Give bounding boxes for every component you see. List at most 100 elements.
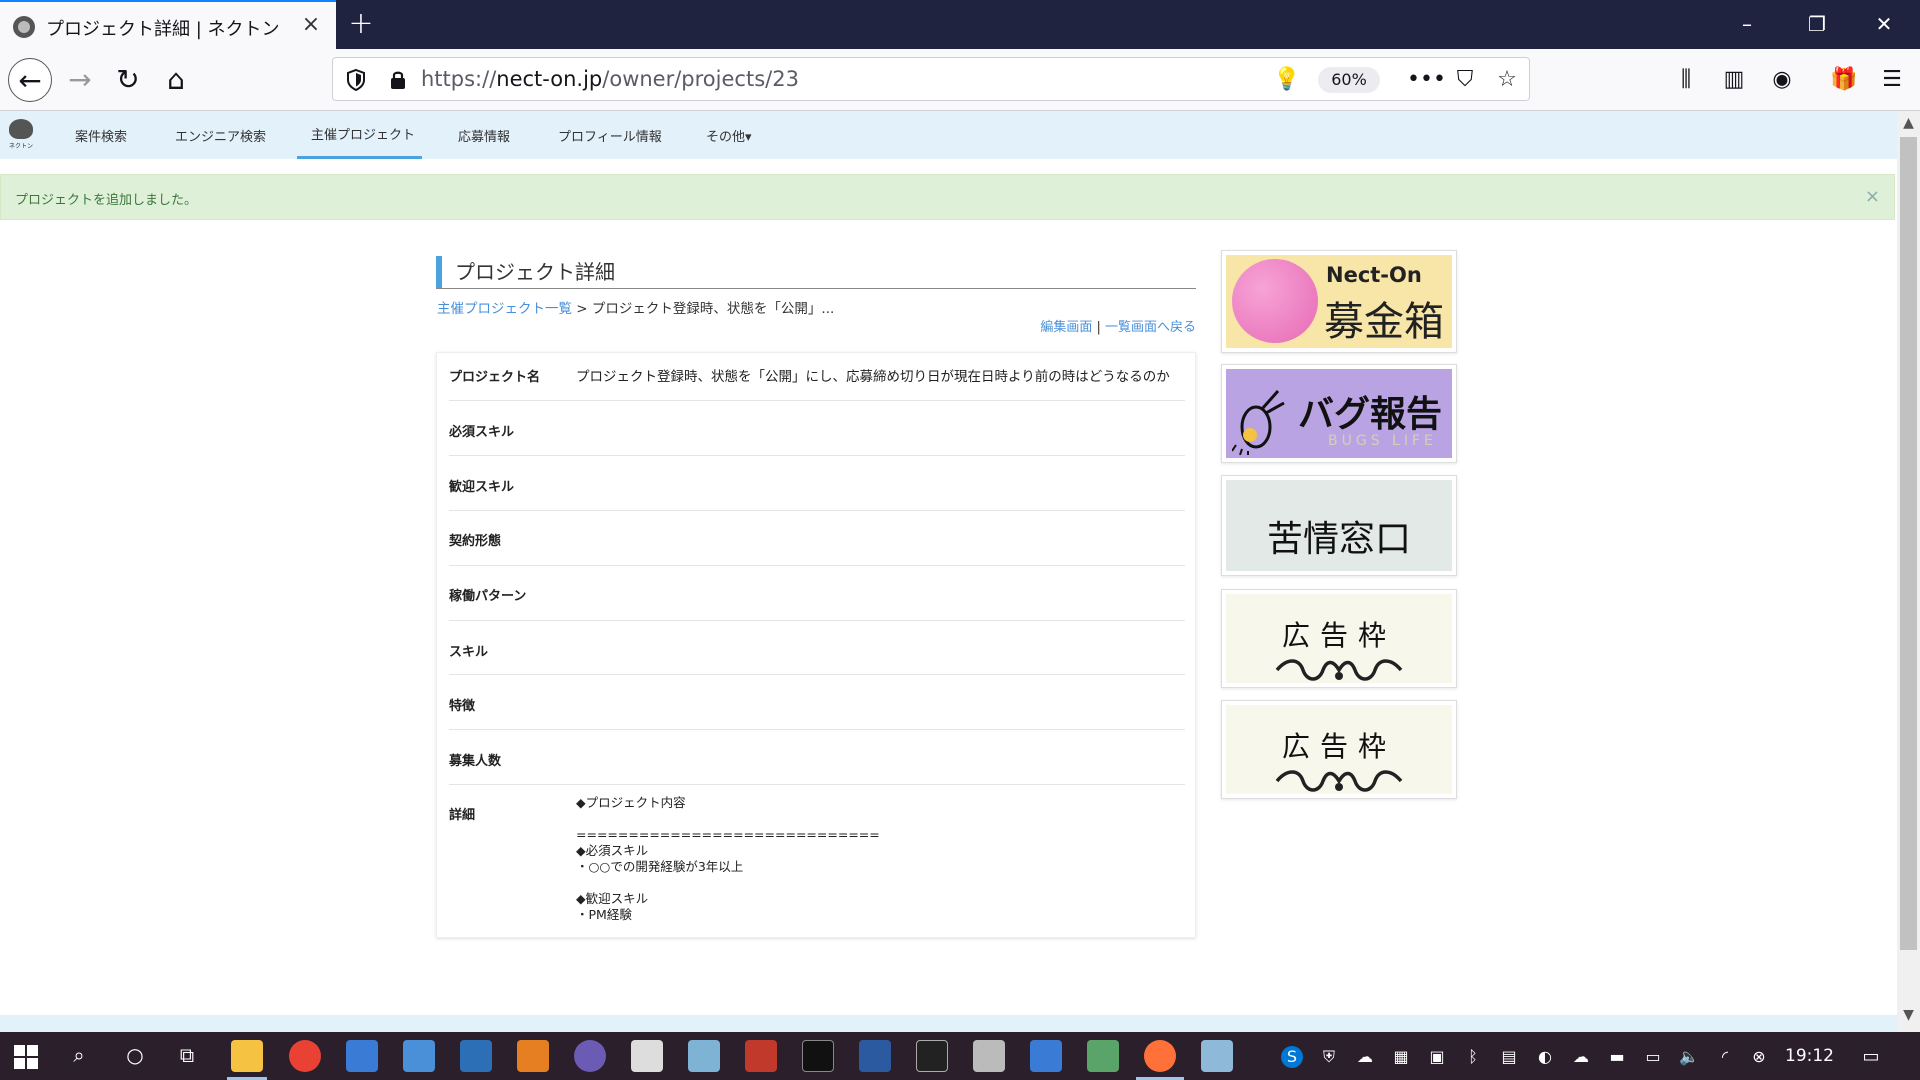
app-icon-10[interactable] xyxy=(1087,1040,1119,1072)
browser-tab-bar: プロジェクト詳細 | ネクトン × + – ❐ ✕ xyxy=(0,0,1920,49)
donation-brand: Nect-On xyxy=(1326,263,1422,287)
tray-app-icon[interactable]: ▦ xyxy=(1390,1046,1412,1068)
nav-item-engineer-search[interactable]: エンジニア検索 xyxy=(175,126,266,145)
app-icon-2[interactable] xyxy=(460,1040,492,1072)
tray-app-icon-3[interactable]: ▤ xyxy=(1498,1046,1520,1068)
alert-close-icon[interactable]: × xyxy=(1865,186,1880,207)
status-x-icon[interactable]: ⊗ xyxy=(1748,1046,1770,1068)
search-icon[interactable]: ⌕ xyxy=(68,1044,90,1066)
app-icon-4[interactable] xyxy=(631,1040,663,1072)
nav-item-profile[interactable]: プロフィール情報 xyxy=(558,126,662,145)
detail-label: 詳細 xyxy=(449,808,476,823)
bookmark-star-icon[interactable]: ☆ xyxy=(1491,64,1523,96)
address-bar[interactable]: https://nect-on.jp/owner/projects/23 💡 6… xyxy=(332,57,1530,101)
donation-box-banner[interactable]: Nect-On 募金箱 xyxy=(1221,250,1457,353)
ad-banner-body: 広告枠 xyxy=(1226,594,1452,683)
onedrive-cloud-icon[interactable]: ☁ xyxy=(1354,1046,1376,1068)
page-scrollbar[interactable]: ▲ ▼ xyxy=(1897,111,1920,1032)
store-icon[interactable] xyxy=(346,1040,378,1072)
forward-arrow-icon[interactable]: → xyxy=(58,58,102,102)
donation-label: 募金箱 xyxy=(1324,299,1444,345)
edit-link[interactable]: 編集画面 xyxy=(1040,320,1092,335)
file-explorer-icon[interactable] xyxy=(231,1040,263,1072)
url-text[interactable]: https://nect-on.jp/owner/projects/23 xyxy=(421,67,799,91)
chrome-icon[interactable] xyxy=(289,1040,321,1072)
wifi-icon[interactable]: ◜ xyxy=(1714,1046,1736,1068)
notification-center-icon[interactable]: ▭ xyxy=(1860,1046,1882,1068)
bluetooth-icon[interactable]: ᛒ xyxy=(1462,1046,1484,1068)
detail-description: ◆プロジェクト内容 ============================= … xyxy=(576,795,880,922)
lock-icon[interactable] xyxy=(387,68,409,92)
site-favicon-icon xyxy=(13,16,35,38)
extensions-gift-icon[interactable]: 🎁 xyxy=(1826,62,1862,98)
complaint-window-banner[interactable]: 苦情窓口 xyxy=(1221,475,1457,576)
skype-icon[interactable]: S xyxy=(1281,1046,1303,1068)
windows-start-icon[interactable] xyxy=(14,1045,38,1069)
app-icon-6[interactable] xyxy=(745,1040,777,1072)
app-icon-3[interactable] xyxy=(517,1040,549,1072)
app-icon-5[interactable] xyxy=(688,1040,720,1072)
zoom-level-badge[interactable]: 60% xyxy=(1318,67,1380,93)
app-icon-1[interactable] xyxy=(403,1040,435,1072)
terminal-icon[interactable] xyxy=(802,1040,834,1072)
app-icon-9[interactable] xyxy=(973,1040,1005,1072)
detail-row-work-pattern: 稼働パターン xyxy=(449,566,1185,621)
tray-app-icon-2[interactable]: ▣ xyxy=(1426,1046,1448,1068)
volume-icon[interactable]: 🔈 xyxy=(1678,1046,1700,1068)
breadcrumb-link-project-list[interactable]: 主催プロジェクト一覧 xyxy=(437,301,572,317)
new-tab-plus-icon[interactable]: + xyxy=(346,9,376,39)
close-window-icon[interactable]: ✕ xyxy=(1862,8,1906,40)
reload-icon[interactable]: ↻ xyxy=(106,58,150,102)
lightbulb-icon[interactable]: 💡 xyxy=(1273,67,1300,93)
library-icon[interactable]: ⫼ xyxy=(1668,62,1704,98)
pocket-icon[interactable]: ⛉ xyxy=(1449,64,1481,96)
ad-slot-banner-2[interactable]: 広告枠 xyxy=(1221,700,1457,799)
task-view-icon[interactable]: ⧉ xyxy=(176,1044,198,1066)
app-icon-8[interactable] xyxy=(916,1040,948,1072)
bug-report-label: バグ報告 xyxy=(1298,394,1443,435)
scrollbar-thumb[interactable] xyxy=(1900,137,1917,950)
cortana-icon[interactable]: ○ xyxy=(124,1044,146,1066)
minimize-window-icon[interactable]: – xyxy=(1725,8,1769,40)
tray-cloud-icon[interactable]: ☁ xyxy=(1570,1046,1592,1068)
account-icon[interactable]: ◉ xyxy=(1764,62,1800,98)
defender-shield-icon[interactable]: ⛨ xyxy=(1318,1046,1340,1068)
mail-icon[interactable] xyxy=(1030,1040,1062,1072)
detail-label: スキル xyxy=(449,645,489,660)
tab-close-icon[interactable]: × xyxy=(298,12,324,38)
battery-icon[interactable]: ▭ xyxy=(1642,1046,1664,1068)
scroll-up-arrow-icon[interactable]: ▲ xyxy=(1897,115,1920,135)
clock-time[interactable]: 19:12 xyxy=(1785,1046,1834,1066)
nav-item-other-dropdown[interactable]: その他▾ xyxy=(706,126,752,145)
page-actions-more-icon[interactable]: ••• xyxy=(1407,64,1446,96)
sidebar-icon[interactable]: ▥ xyxy=(1716,62,1752,98)
nav-item-hosted-projects[interactable]: 主催プロジェクト xyxy=(311,124,415,143)
detail-row-skills: スキル xyxy=(449,621,1185,675)
back-to-list-link[interactable]: 一覧画面へ戻る xyxy=(1105,320,1196,335)
page-actions: 編集画面 | 一覧画面へ戻る xyxy=(1040,316,1196,335)
scroll-down-arrow-icon[interactable]: ▼ xyxy=(1897,1007,1920,1027)
browser-tab-active[interactable]: プロジェクト詳細 | ネクトン × xyxy=(0,0,336,49)
app-icon-7[interactable] xyxy=(859,1040,891,1072)
app-icon-11[interactable] xyxy=(1201,1040,1233,1072)
ad-slot-banner-1[interactable]: 広告枠 xyxy=(1221,589,1457,688)
bug-report-banner[interactable]: バグ報告 BUGS LIFE xyxy=(1221,364,1457,463)
tray-network-display-icon[interactable]: ▬ xyxy=(1606,1046,1628,1068)
firefox-icon[interactable] xyxy=(1144,1040,1176,1072)
nav-item-applications[interactable]: 応募情報 xyxy=(458,126,510,145)
tray-app-icon-4[interactable]: ◐ xyxy=(1534,1046,1556,1068)
site-logo[interactable]: ネクトン xyxy=(7,119,35,151)
home-icon[interactable]: ⌂ xyxy=(154,58,198,102)
tracking-shield-icon[interactable] xyxy=(345,68,367,92)
detail-label: 稼働パターン xyxy=(449,589,527,604)
nav-item-project-search[interactable]: 案件検索 xyxy=(75,126,127,145)
alert-message: プロジェクトを追加しました。 xyxy=(15,193,198,208)
back-arrow-icon[interactable]: ← xyxy=(8,58,52,102)
site-navigation: ネクトン 案件検索 エンジニア検索 主催プロジェクト 応募情報 プロフィール情報… xyxy=(0,111,1897,159)
hamburger-menu-icon[interactable]: ☰ xyxy=(1874,62,1910,98)
ad-label: 広告枠 xyxy=(1281,730,1396,763)
restore-window-icon[interactable]: ❐ xyxy=(1795,8,1839,40)
title-divider xyxy=(436,288,1196,289)
eclipse-icon[interactable] xyxy=(574,1040,606,1072)
detail-value: プロジェクト登録時、状態を「公開」にし、応募締め切り日が現在日時より前の時はどう… xyxy=(576,369,1170,385)
